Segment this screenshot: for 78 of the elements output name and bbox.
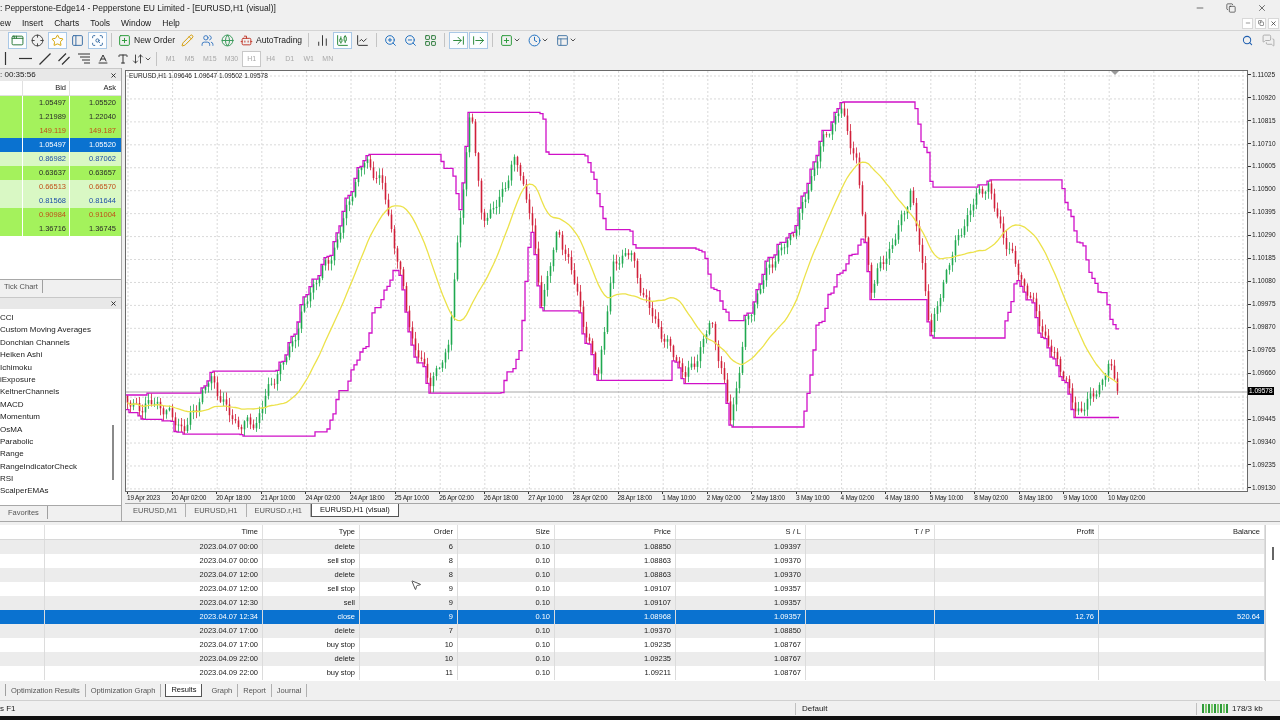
navigator-item[interactable]: Parabolic (0, 435, 34, 449)
navigator-item[interactable]: ScalperEMAs (0, 485, 49, 498)
caret-icon (569, 36, 578, 44)
scrollbar-thumb[interactable] (112, 425, 114, 480)
window-icon (11, 33, 24, 47)
navigator-item[interactable]: Range (0, 448, 24, 461)
robot-icon (240, 33, 254, 47)
plus-square-icon (500, 33, 514, 47)
auto-trading-button[interactable]: AutoTrading (238, 31, 305, 49)
parallel-lines-icon[interactable] (58, 52, 71, 65)
navigator-item[interactable]: CCI (0, 312, 14, 325)
layout-icon (556, 33, 570, 47)
star-icon (51, 33, 64, 47)
panel-icon (71, 33, 84, 47)
navigator-item[interactable]: Donchian Channels (0, 336, 70, 350)
letter-t-icon[interactable] (116, 52, 129, 65)
navigator-item[interactable]: OsMA (0, 423, 23, 436)
menu-item[interactable]: Charts (54, 18, 80, 28)
menu-item[interactable]: Window (121, 18, 152, 28)
crosshair-icon (31, 33, 44, 47)
navigator-item[interactable]: Ichimoku (0, 361, 32, 374)
caret-icon (513, 36, 522, 44)
vertical-line-icon[interactable] (4, 52, 8, 65)
magnifier-icon (91, 33, 104, 47)
minimize-icon (1244, 19, 1251, 26)
arrows-icon[interactable] (132, 52, 145, 65)
pencil-icon (181, 33, 195, 47)
status-help: s F1 (0, 704, 16, 713)
scrollbar-thumb[interactable] (1272, 547, 1274, 560)
globe-icon (221, 33, 235, 47)
zoom-in-icon (384, 33, 398, 47)
people-icon (201, 33, 215, 47)
arrow-to-line-icon (452, 33, 466, 47)
navigator-item[interactable]: Custom Moving Averages (0, 324, 91, 337)
menu-item[interactable]: Tools (90, 18, 111, 28)
close-icon[interactable] (1257, 3, 1267, 13)
caret-icon (541, 36, 550, 44)
restore-button[interactable] (1255, 17, 1266, 29)
menu-item[interactable]: ew (0, 18, 11, 28)
plus-square-icon (118, 33, 131, 47)
menu-item[interactable]: Insert (21, 18, 44, 28)
navigator-item[interactable]: Momentum (0, 411, 40, 424)
scrollbar-track[interactable] (1265, 525, 1280, 681)
server-time: : 00:35:56 (0, 71, 36, 79)
restore-icon[interactable] (1226, 3, 1236, 13)
navigator-item[interactable]: MACD (0, 398, 24, 412)
arrow-from-line-icon (472, 33, 486, 47)
close-icon[interactable] (110, 71, 117, 79)
candlestick-chart-icon (336, 33, 350, 47)
letter-a-icon[interactable] (97, 52, 110, 65)
window-title: : Pepperstone-Edge14 - Pepperstone EU Limited - [EURUSD,H1 (visual)] (0, 3, 276, 13)
new-order-button[interactable]: New Order (116, 31, 178, 49)
navigator-item[interactable]: KeltnerChannels (0, 386, 60, 399)
traffic-reading: 178/3 kb (1232, 704, 1263, 713)
close-icon[interactable] (110, 300, 117, 307)
navigator-item[interactable]: RangeIndicatorCheck (0, 460, 77, 474)
clock-icon (528, 33, 542, 47)
bar-chart-icon (316, 33, 330, 47)
navigator-item[interactable]: iExposure (0, 373, 36, 387)
close-button[interactable] (1268, 17, 1279, 29)
mouse-pointer-icon (410, 579, 422, 591)
navigator-item[interactable]: Heiken Ashi (0, 349, 43, 362)
profile-name: Default (802, 704, 828, 713)
close-icon (1270, 19, 1277, 27)
zoom-out-icon (404, 33, 418, 47)
line-chart-icon (356, 33, 370, 47)
menu-item[interactable]: Help (162, 18, 180, 28)
horizontal-line-icon[interactable] (18, 57, 32, 60)
diagonal-line-icon[interactable] (38, 52, 51, 65)
toolbar-button[interactable] (8, 31, 27, 49)
toolbar-button[interactable] (28, 31, 47, 49)
signal-bars-icon (1202, 704, 1228, 713)
grid-icon (424, 33, 438, 47)
triangle-marker-icon[interactable] (1111, 71, 1119, 75)
stacked-lines-icon[interactable] (77, 53, 90, 64)
search-icon[interactable] (1242, 34, 1253, 46)
restore-icon (1257, 20, 1264, 26)
navigator-item[interactable]: RSI (0, 473, 14, 486)
